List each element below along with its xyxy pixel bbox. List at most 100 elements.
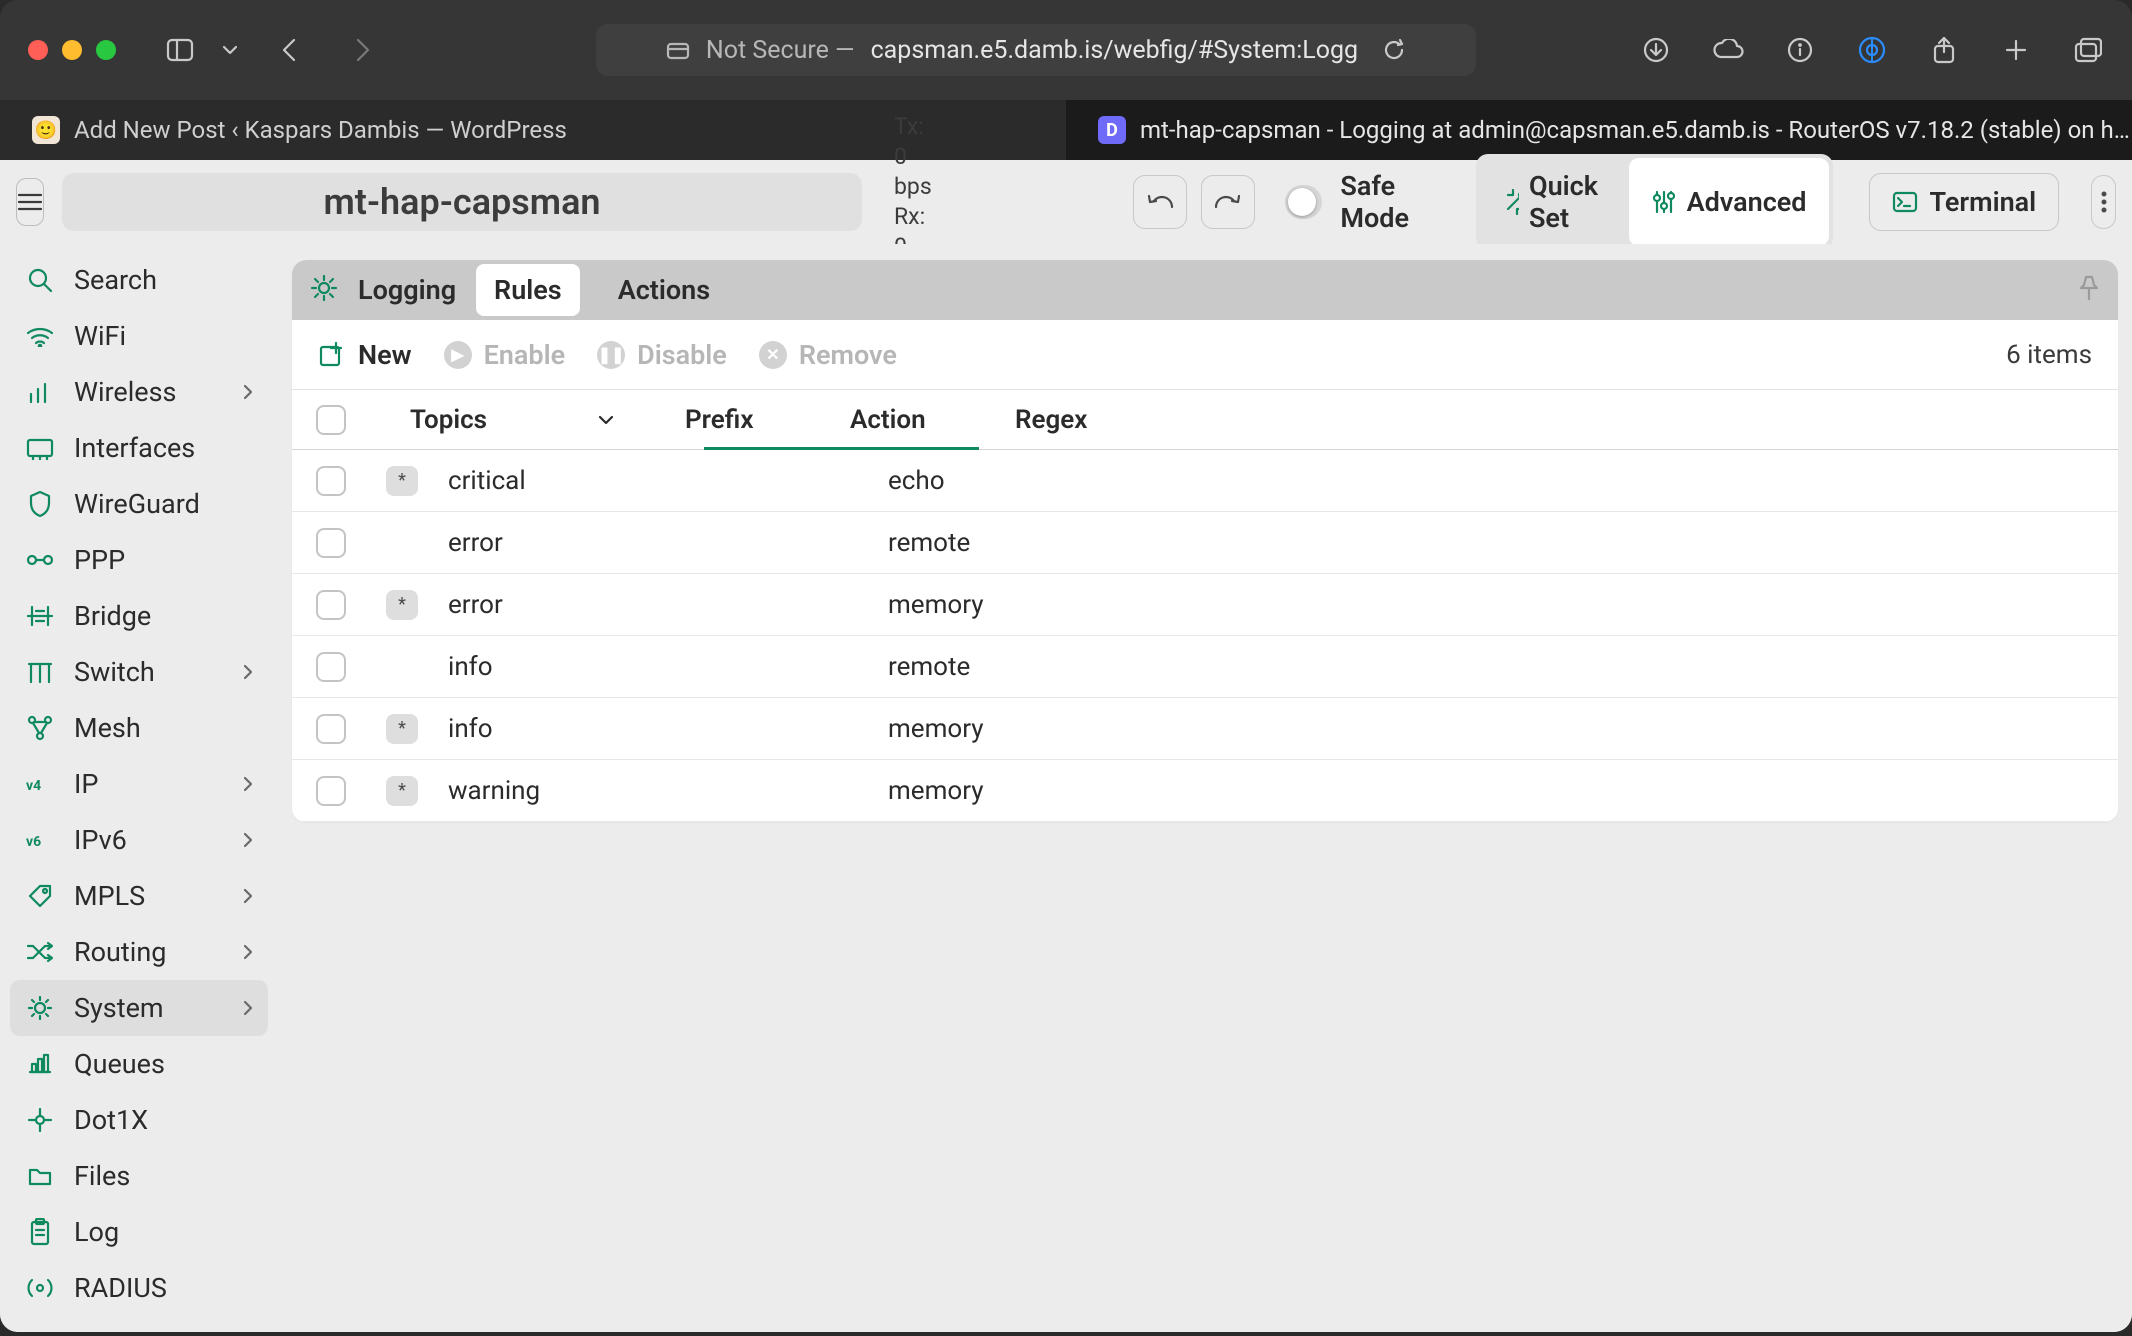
sidebar-item-wifi[interactable]: WiFi <box>10 308 268 364</box>
row-checkbox[interactable] <box>316 714 346 744</box>
tx-label: Tx: 0 bps <box>894 112 935 202</box>
redo-button[interactable] <box>1201 175 1255 229</box>
enable-button[interactable]: ▶Enable <box>444 339 566 371</box>
safe-mode-toggle[interactable] <box>1285 185 1323 219</box>
default-marker: * <box>386 590 418 620</box>
browser-tab-1[interactable]: D mt-hap-capsman - Logging at admin@caps… <box>1066 100 2132 160</box>
sidebar-item-files[interactable]: Files <box>10 1148 268 1204</box>
row-checkbox[interactable] <box>316 528 346 558</box>
mesh-icon <box>24 712 56 744</box>
sidebar-item-bridge[interactable]: Bridge <box>10 588 268 644</box>
minimize-window-icon[interactable] <box>62 40 82 60</box>
sidebar-item-mesh[interactable]: Mesh <box>10 700 268 756</box>
table-row[interactable]: * error memory <box>292 574 2118 636</box>
sidebar-item-label: Interfaces <box>74 432 195 464</box>
tab-group-chevron-icon[interactable] <box>214 34 246 66</box>
sidebar: Search WiFi Wireless Interfaces WireGuar… <box>0 244 278 1332</box>
default-marker: * <box>386 776 418 806</box>
info-icon[interactable] <box>1784 34 1816 66</box>
forward-button[interactable] <box>346 34 378 66</box>
sidebar-item-label: Switch <box>74 656 155 688</box>
close-window-icon[interactable] <box>28 40 48 60</box>
chevron-right-icon <box>242 880 254 912</box>
sidebar-item-label: Files <box>74 1160 130 1192</box>
extension-icon[interactable] <box>1856 34 1888 66</box>
terminal-button[interactable]: Terminal <box>1869 173 2060 231</box>
table-row[interactable]: * info memory <box>292 698 2118 760</box>
device-name-label: mt-hap-capsman <box>323 181 600 223</box>
pin-icon[interactable] <box>2078 275 2100 305</box>
more-menu-button[interactable] <box>2091 175 2116 229</box>
cell-action: memory <box>888 714 1053 744</box>
cell-action: echo <box>888 466 1053 496</box>
sidebar-item-search[interactable]: Search <box>10 252 268 308</box>
tab-rules[interactable]: Rules <box>476 264 580 316</box>
sidebar-item-radius[interactable]: RADIUS <box>10 1260 268 1316</box>
back-button[interactable] <box>274 34 306 66</box>
sidebar-item-ipv6[interactable]: v6 IPv6 <box>10 812 268 868</box>
table-row[interactable]: * critical echo <box>292 450 2118 512</box>
reload-icon[interactable] <box>1382 38 1406 62</box>
chevron-right-icon <box>242 824 254 856</box>
tabs-overview-icon[interactable] <box>2072 34 2104 66</box>
device-name-box[interactable]: mt-hap-capsman <box>62 173 862 231</box>
safe-mode-label: Safe Mode <box>1340 170 1427 234</box>
select-all-checkbox[interactable] <box>316 405 346 435</box>
new-button[interactable]: New <box>318 339 412 371</box>
sidebar-item-label: WireGuard <box>74 488 200 520</box>
row-checkbox[interactable] <box>316 466 346 496</box>
app-root: mt-hap-capsman Tx: 0 bps Rx: 0 bps Safe … <box>0 160 2132 1332</box>
column-topics[interactable]: Topics <box>410 405 685 435</box>
undo-button[interactable] <box>1133 175 1187 229</box>
sidebar-item-ppp[interactable]: PPP <box>10 532 268 588</box>
row-checkbox[interactable] <box>316 776 346 806</box>
downloads-icon[interactable] <box>1640 34 1672 66</box>
sidebar-item-routing[interactable]: Routing <box>10 924 268 980</box>
sidebar-item-wireless[interactable]: Wireless <box>10 364 268 420</box>
cloud-icon[interactable] <box>1712 34 1744 66</box>
sidebar-toggle-icon[interactable] <box>164 34 196 66</box>
table-row[interactable]: info remote <box>292 636 2118 698</box>
sidebar-item-queues[interactable]: Queues <box>10 1036 268 1092</box>
maximize-window-icon[interactable] <box>96 40 116 60</box>
column-prefix[interactable]: Prefix <box>685 405 850 435</box>
wifi-icon <box>24 320 56 352</box>
window-controls[interactable] <box>28 40 116 60</box>
sidebar-item-wireguard[interactable]: WireGuard <box>10 476 268 532</box>
table-row[interactable]: error remote <box>292 512 2118 574</box>
disable-button[interactable]: ❚❚Disable <box>597 339 727 371</box>
sidebar-item-mpls[interactable]: MPLS <box>10 868 268 924</box>
sidebar-item-label: Mesh <box>74 712 141 744</box>
sidebar-item-label: Search <box>74 264 157 296</box>
shuffle-icon <box>24 936 56 968</box>
share-icon[interactable] <box>1928 34 1960 66</box>
tag-icon <box>24 880 56 912</box>
sidebar-item-switch[interactable]: Switch <box>10 644 268 700</box>
sidebar-item-dot1x[interactable]: Dot1X <box>10 1092 268 1148</box>
row-checkbox[interactable] <box>316 590 346 620</box>
advanced-button[interactable]: Advanced <box>1629 158 1829 246</box>
table-header: Topics Prefix Action Regex <box>292 390 2118 450</box>
remove-button[interactable]: ✕Remove <box>759 339 897 371</box>
hamburger-button[interactable] <box>16 178 44 226</box>
new-tab-icon[interactable] <box>2000 34 2032 66</box>
sidebar-item-interfaces[interactable]: Interfaces <box>10 420 268 476</box>
sidebar-item-log[interactable]: Log <box>10 1204 268 1260</box>
row-checkbox[interactable] <box>316 652 346 682</box>
default-marker <box>386 652 418 682</box>
cell-action: memory <box>888 590 1053 620</box>
sidebar-item-ip[interactable]: v4 IP <box>10 756 268 812</box>
table-row[interactable]: * warning memory <box>292 760 2118 822</box>
tab-label: Add New Post ‹ Kaspars Dambis — WordPres… <box>74 116 567 144</box>
ipv6-icon: v6 <box>24 824 56 856</box>
quick-set-button[interactable]: Quick Set <box>1480 158 1629 246</box>
cell-topics: info <box>448 714 723 744</box>
content-area: Logging Rules Actions New ▶Ena <box>278 244 2132 1332</box>
browser-tabstrip: 🙂 Add New Post ‹ Kaspars Dambis — WordPr… <box>0 100 2132 160</box>
column-action[interactable]: Action <box>850 405 1015 435</box>
url-bar[interactable]: Not Secure — capsman.e5.damb.is/webfig/#… <box>596 24 1476 76</box>
cell-topics: error <box>448 528 723 558</box>
tab-actions[interactable]: Actions <box>600 264 728 316</box>
sidebar-item-system[interactable]: System <box>10 980 268 1036</box>
column-regex[interactable]: Regex <box>1015 405 2118 435</box>
